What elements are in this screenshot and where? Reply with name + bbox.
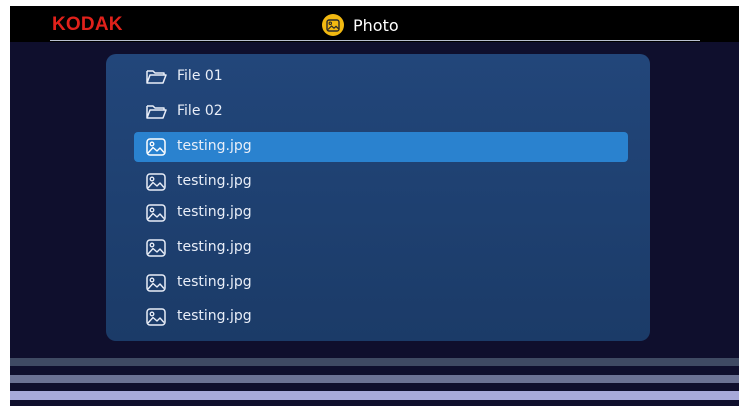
file-list-panel: File 01 File 02 testing.jpg testing.jpg … — [106, 54, 650, 341]
page-title-group: Photo — [322, 14, 399, 36]
decorative-stripe — [10, 358, 739, 366]
list-item-label: testing.jpg — [177, 239, 252, 255]
header-divider — [50, 40, 700, 41]
list-item-label: testing.jpg — [177, 308, 252, 324]
image-icon — [145, 172, 167, 192]
list-item-testing-2[interactable]: testing.jpg — [134, 167, 628, 197]
list-item-label: testing.jpg — [177, 274, 252, 290]
list-item-testing-3[interactable]: testing.jpg — [134, 198, 628, 228]
folder-icon — [145, 102, 167, 122]
image-icon — [322, 14, 344, 36]
decorative-stripe — [10, 375, 739, 383]
list-item-file-01[interactable]: File 01 — [134, 62, 628, 92]
image-icon — [145, 238, 167, 258]
tv-screen: KODAK Photo File 01 File 02 testing.jpg … — [10, 6, 739, 406]
image-icon — [145, 137, 167, 157]
list-item-label: testing.jpg — [177, 173, 252, 189]
list-item-testing-5[interactable]: testing.jpg — [134, 268, 628, 298]
list-item-label: File 02 — [177, 103, 223, 119]
list-item-label: testing.jpg — [177, 204, 252, 220]
image-icon — [145, 307, 167, 327]
list-item-testing-4[interactable]: testing.jpg — [134, 233, 628, 263]
decorative-stripe — [10, 391, 739, 400]
list-item-label: testing.jpg — [177, 138, 252, 154]
list-item-label: File 01 — [177, 68, 223, 84]
page-title: Photo — [353, 15, 399, 35]
top-bar: KODAK Photo — [10, 6, 739, 42]
folder-icon — [145, 67, 167, 87]
list-item-file-02[interactable]: File 02 — [134, 97, 628, 127]
image-icon — [145, 273, 167, 293]
brand-logo: KODAK — [52, 14, 123, 35]
list-item-testing-1[interactable]: testing.jpg — [134, 132, 628, 162]
image-icon — [145, 203, 167, 223]
list-item-testing-6[interactable]: testing.jpg — [134, 302, 628, 332]
